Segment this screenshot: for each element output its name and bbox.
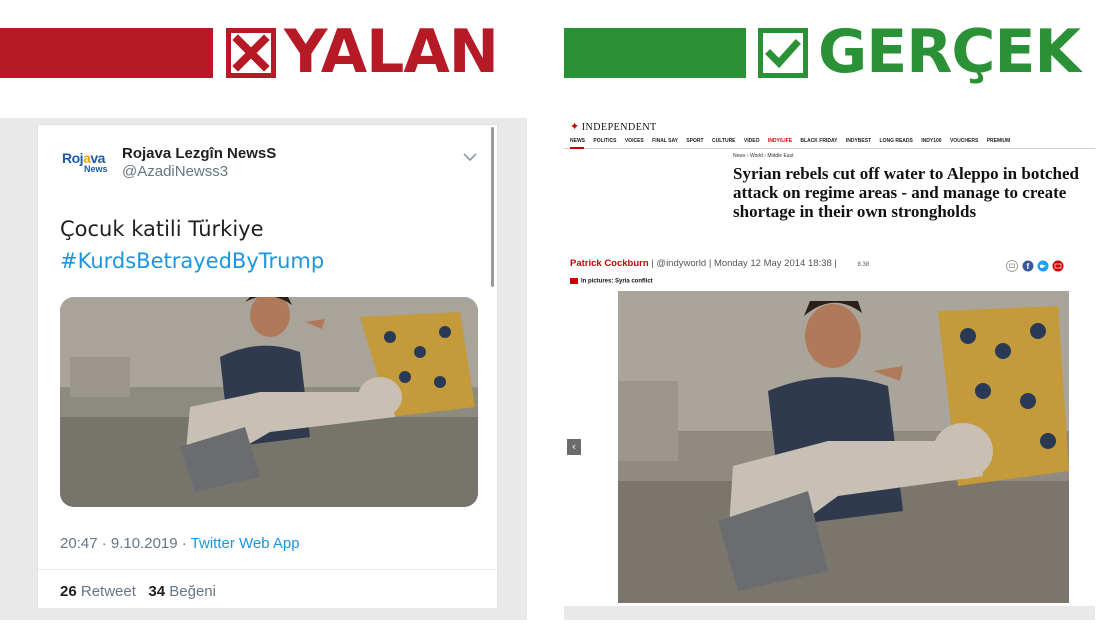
fake-claim-panel: Rojava News Rojava Lezgîn NewsS @AzadiNe… (0, 118, 527, 620)
false-banner-bar (0, 28, 213, 78)
tweet-text: Çocuk katili Türkiye (60, 217, 264, 241)
true-banner-bar (564, 28, 746, 78)
byline: Patrick Cockburn | @indyworld | Monday 1… (570, 258, 869, 269)
chevron-down-icon[interactable] (463, 149, 477, 167)
tweet-timestamp: 20:47 · 9.10.2019 · Twitter Web App (60, 535, 300, 552)
breadcrumb[interactable]: News › World › Middle East (733, 153, 793, 159)
share-count: 8.38 (857, 262, 870, 268)
in-pictures-link[interactable]: In pictures: Syria conflict (570, 278, 653, 285)
tweet-card: Rojava News Rojava Lezgîn NewsS @AzadiNe… (37, 124, 498, 608)
email-icon[interactable] (1052, 260, 1064, 272)
nav-item[interactable]: VOUCHERS (950, 138, 978, 144)
divider (38, 569, 497, 570)
svg-text:f: f (1027, 262, 1030, 271)
account-avatar-logo[interactable]: Rojava News (62, 150, 114, 174)
publication-logo[interactable]: ✦ INDEPENDENT (570, 120, 657, 133)
nav-item[interactable]: POLITICS (593, 138, 616, 144)
article-headline: Syrian rebels cut off water to Aleppo in… (733, 164, 1079, 221)
eagle-icon: ✦ (570, 121, 580, 133)
nav-item[interactable]: NEWS (570, 138, 585, 144)
photo-man-holding-child (60, 297, 478, 507)
hashtag-link[interactable]: #KurdsBetrayedByTrump (60, 245, 324, 277)
gallery-prev-button[interactable]: ‹ (567, 439, 581, 455)
checkmark-icon (758, 28, 808, 78)
logo-subtext: News (84, 164, 108, 174)
retweet-label[interactable]: Retweet (81, 583, 136, 600)
comment-icon[interactable] (1006, 260, 1018, 272)
nav-item[interactable]: CULTURE (712, 138, 736, 144)
publication-name: INDEPENDENT (581, 122, 657, 133)
nav-item[interactable]: INDY100 (921, 138, 941, 144)
nav-divider (564, 148, 1095, 149)
account-handle[interactable]: @AzadiNewss3 (122, 163, 228, 180)
like-label[interactable]: Beğeni (169, 583, 216, 600)
nav-item[interactable]: BLACK FRIDAY (800, 138, 837, 144)
article-page: ✦ INDEPENDENT NEWS POLITICS VOICES FINAL … (564, 118, 1095, 606)
nav-active-indicator (570, 147, 584, 149)
author-handle[interactable]: @indyworld (656, 258, 706, 269)
scrollbar[interactable] (491, 127, 494, 287)
share-buttons: f (1006, 259, 1068, 272)
retweet-count[interactable]: 26 (60, 583, 77, 600)
nav-item[interactable]: LONG READS (880, 138, 913, 144)
nav-item[interactable]: FINAL SAY (652, 138, 678, 144)
true-source-panel: ✦ INDEPENDENT NEWS POLITICS VOICES FINAL … (564, 118, 1095, 620)
like-count[interactable]: 34 (148, 583, 165, 600)
top-nav: NEWS POLITICS VOICES FINAL SAY SPORT CUL… (570, 138, 1017, 144)
nav-item[interactable]: VOICES (625, 138, 644, 144)
camera-icon (570, 278, 578, 284)
nav-item[interactable]: INDY/LIFE (768, 138, 792, 144)
tweet-time[interactable]: 20:47 · 9.10.2019 · (60, 535, 191, 552)
article-photo[interactable] (618, 291, 1069, 603)
x-icon (226, 28, 276, 78)
nav-item[interactable]: INDYBEST (846, 138, 871, 144)
byline-separator: | (834, 258, 840, 269)
tweet-source-link[interactable]: Twitter Web App (191, 535, 300, 552)
account-name[interactable]: Rojava Lezgîn NewsS (122, 145, 276, 162)
in-pictures-label: In pictures: Syria conflict (581, 278, 653, 285)
publish-date: Monday 12 May 2014 18:38 (713, 258, 832, 269)
false-label: YALAN (284, 17, 499, 87)
facebook-icon[interactable]: f (1022, 260, 1034, 272)
nav-item[interactable]: VIDEO (744, 138, 760, 144)
photo-man-holding-child (618, 291, 1069, 603)
tweet-photo[interactable] (60, 297, 478, 507)
true-label: GERÇEK (818, 17, 1081, 87)
nav-item[interactable]: PREMIUM (987, 138, 1011, 144)
tweet-stats: 26 Retweet 34 Beğeni (60, 583, 216, 600)
author-link[interactable]: Patrick Cockburn (570, 258, 649, 269)
nav-item[interactable]: SPORT (686, 138, 703, 144)
twitter-icon[interactable] (1037, 260, 1049, 272)
